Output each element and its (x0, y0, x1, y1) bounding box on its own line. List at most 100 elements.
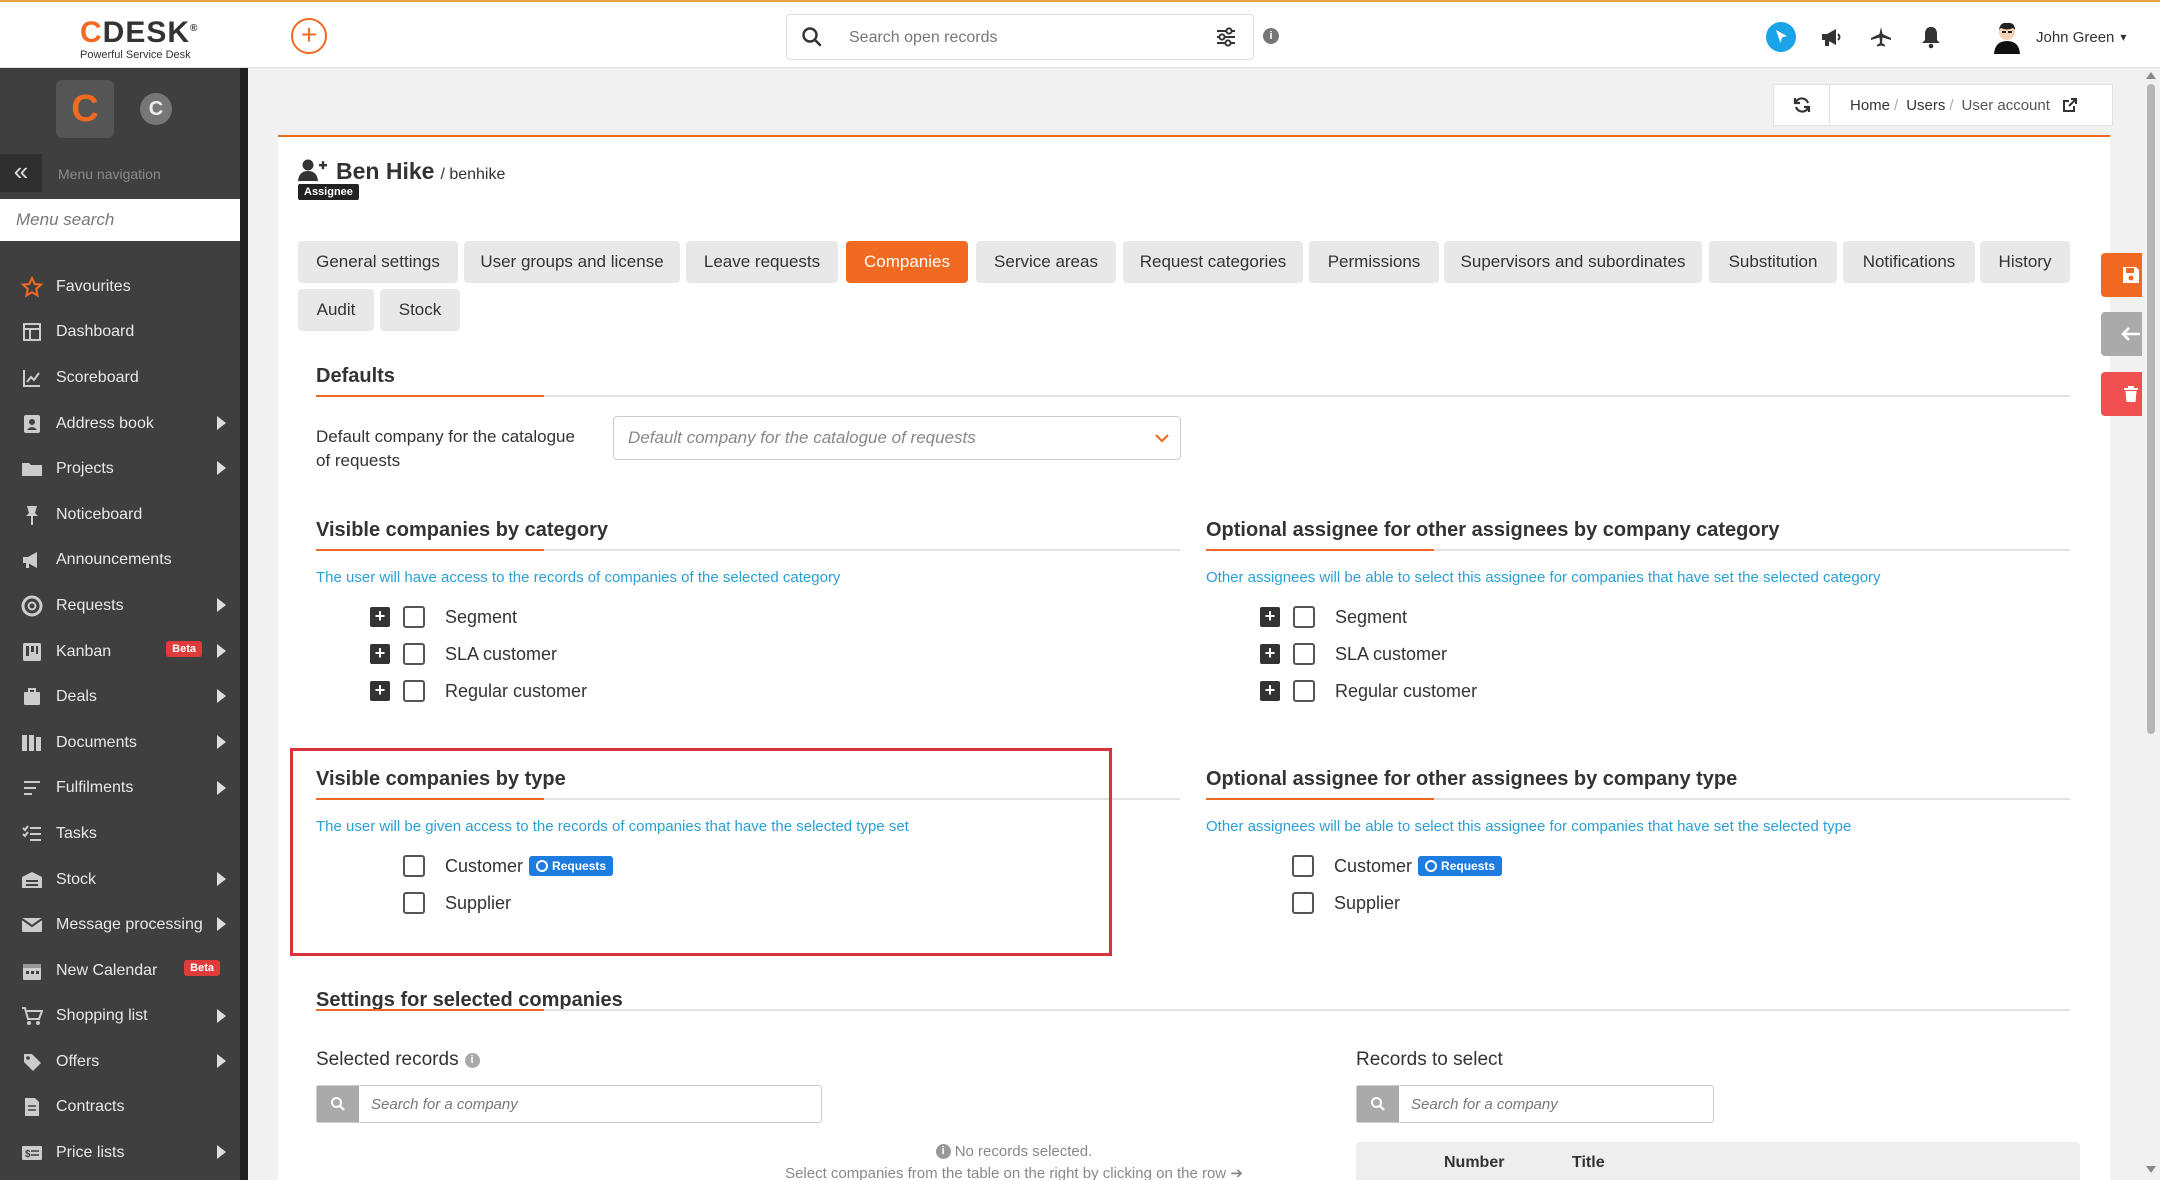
sidebar-menu: Favourites Dashboard Scoreboard Address … (0, 264, 240, 1176)
logo-letter: C (80, 16, 103, 49)
sidebar-item-dashboard[interactable]: Dashboard (0, 310, 240, 356)
megaphone-icon[interactable] (1816, 22, 1846, 52)
external-link-icon[interactable] (2062, 97, 2078, 113)
opt-category-segment-row: + Segment (1260, 606, 1407, 628)
sidebar-item-projects[interactable]: Projects (0, 446, 240, 492)
category-regular-label: Regular customer (445, 680, 588, 701)
sidebar-item-fulfilments[interactable]: Fulfilments (0, 766, 240, 812)
airplane-icon[interactable] (1866, 22, 1896, 52)
sidebar-scrollbar[interactable] (240, 68, 248, 1180)
sidebar-item-label: Tasks (56, 824, 97, 842)
opt-category-segment-checkbox[interactable] (1293, 606, 1315, 628)
sidebar-logo[interactable]: C (56, 80, 114, 138)
search-input[interactable] (849, 25, 1179, 51)
tab-service-areas[interactable]: Service areas (976, 241, 1116, 283)
tab-notifications[interactable]: Notifications (1843, 241, 1975, 283)
sidebar-item-tasks[interactable]: Tasks (0, 811, 240, 857)
tab-user-groups-and-license[interactable]: User groups and license (464, 241, 680, 283)
documents-icon (20, 731, 44, 755)
opt-category-sla-checkbox[interactable] (1293, 643, 1315, 665)
sidebar-item-announcements[interactable]: Announcements (0, 538, 240, 584)
menu-search-input[interactable] (0, 199, 240, 241)
cdesk-logo[interactable]: CDESK® Powerful Service Desk (80, 14, 220, 62)
sidebar-item-price-lists[interactable]: $ Price lists (0, 1130, 240, 1176)
opt-type-customer-row: Customer Requests (1292, 855, 1503, 877)
sidebar-item-contracts[interactable]: Contracts (0, 1085, 240, 1131)
search-button[interactable] (317, 1086, 359, 1122)
sidebar-item-label: Fulfilments (56, 779, 134, 797)
tab-audit[interactable]: Audit (298, 289, 374, 331)
tab-history[interactable]: History (1980, 241, 2070, 283)
opt-type-customer-checkbox[interactable] (1292, 855, 1314, 877)
search-icon (802, 27, 822, 47)
opt-category-regular-checkbox[interactable] (1293, 680, 1315, 702)
sidebar-item-message-processing[interactable]: Message processing (0, 902, 240, 948)
breadcrumb-home[interactable]: Home (1850, 97, 1890, 114)
opt-category-regular-label: Regular customer (1335, 680, 1478, 701)
opt-category-sla-row: + SLA customer (1260, 643, 1447, 665)
expand-sla-button[interactable]: + (370, 644, 390, 664)
expand-regular-button[interactable]: + (370, 681, 390, 701)
breadcrumb-separator: / (1949, 96, 1954, 114)
tab-substitution[interactable]: Substitution (1709, 241, 1837, 283)
breadcrumb-users[interactable]: Users (1906, 97, 1945, 114)
column-title[interactable]: Title (1572, 1154, 1605, 1172)
expand-opt-sla-button[interactable]: + (1260, 644, 1280, 664)
sidebar-item-deals[interactable]: Deals (0, 674, 240, 720)
default-company-label: Default company for the catalogue of req… (316, 427, 575, 470)
tab-supervisors-and-subordinates[interactable]: Supervisors and subordinates (1444, 241, 1702, 283)
sidebar-item-shopping-list[interactable]: Shopping list (0, 994, 240, 1040)
refresh-button[interactable] (1774, 84, 1830, 126)
default-company-dropdown[interactable]: Default company for the catalogue of req… (613, 416, 1181, 460)
category-sla-checkbox[interactable] (403, 643, 425, 665)
filter-settings-icon[interactable] (1215, 27, 1237, 47)
sidebar-item-kanban[interactable]: Kanban Beta (0, 629, 240, 675)
tag-icon (20, 1050, 44, 1074)
sidebar-item-offers[interactable]: Offers (0, 1039, 240, 1085)
search-icon (1371, 1097, 1385, 1111)
sidebar-item-label: Projects (56, 460, 114, 478)
sidebar-item-favourites[interactable]: Favourites (0, 264, 240, 310)
sidebar-item-stock[interactable]: Stock (0, 857, 240, 903)
user-menu[interactable]: John Green ▾ (1990, 20, 2126, 54)
tab-companies[interactable]: Companies (846, 241, 968, 283)
scroll-up-icon[interactable] (2146, 72, 2156, 79)
category-regular-checkbox[interactable] (403, 680, 425, 702)
column-number[interactable]: Number (1444, 1154, 1504, 1172)
main-scrollbar[interactable] (2142, 68, 2160, 1180)
search-info-icon[interactable]: i (1263, 28, 1279, 44)
add-new-button[interactable]: + (291, 18, 327, 54)
sidebar-item-new-calendar[interactable]: New Calendar Beta (0, 948, 240, 994)
scrollbar-thumb[interactable] (2147, 84, 2155, 734)
category-segment-row: + Segment (370, 606, 517, 628)
sidebar-item-documents[interactable]: Documents (0, 720, 240, 766)
sidebar-item-requests[interactable]: Requests (0, 583, 240, 629)
optional-by-type-title: Optional assignee for other assignees by… (1206, 768, 1738, 790)
selected-company-search-input[interactable] (359, 1086, 659, 1122)
sidebar-item-noticeboard[interactable]: Noticeboard (0, 492, 240, 538)
scroll-down-icon[interactable] (2146, 1166, 2156, 1173)
sidebar-item-label: Announcements (56, 551, 172, 569)
category-segment-checkbox[interactable] (403, 606, 425, 628)
tab-permissions[interactable]: Permissions (1309, 241, 1439, 283)
breadcrumb-separator: / (1894, 96, 1899, 114)
sidebar-item-address-book[interactable]: Address book (0, 401, 240, 447)
info-icon[interactable]: i (464, 1053, 480, 1068)
opt-type-supplier-checkbox[interactable] (1292, 892, 1314, 914)
records-company-search-input[interactable] (1399, 1086, 1699, 1122)
tab-stock[interactable]: Stock (380, 289, 460, 331)
bell-icon[interactable] (1916, 22, 1946, 52)
expand-arrow-icon (217, 1054, 226, 1069)
search-button[interactable] (1357, 1086, 1399, 1122)
expand-opt-segment-button[interactable]: + (1260, 607, 1280, 627)
cursor-icon[interactable] (1766, 22, 1796, 52)
expand-opt-regular-button[interactable]: + (1260, 681, 1280, 701)
tab-request-categories[interactable]: Request categories (1123, 241, 1303, 283)
tab-leave-requests[interactable]: Leave requests (686, 241, 838, 283)
tab-general-settings[interactable]: General settings (298, 241, 458, 283)
settings-selected-divider (316, 1009, 2070, 1011)
sidebar-secondary-logo[interactable]: C (140, 93, 172, 125)
sidebar-item-scoreboard[interactable]: Scoreboard (0, 355, 240, 401)
collapse-menu-button[interactable]: « (0, 154, 42, 192)
expand-segment-button[interactable]: + (370, 607, 390, 627)
